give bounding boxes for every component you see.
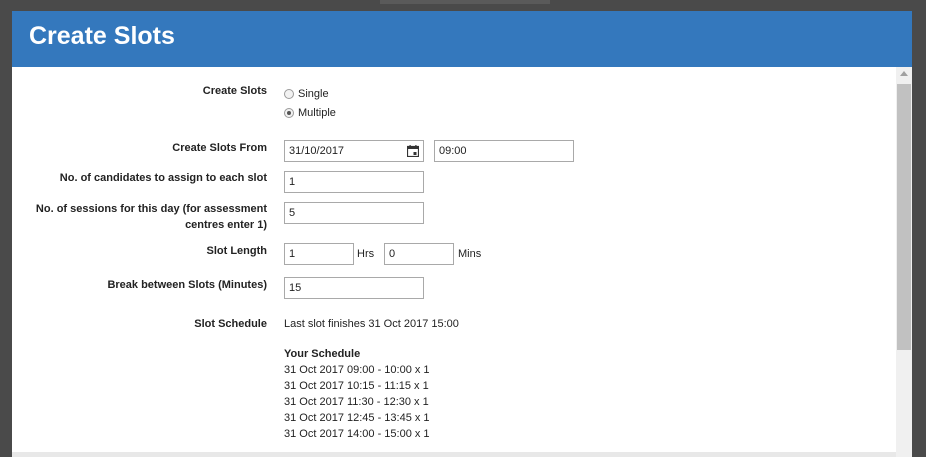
slot-length-hours-value: 1 [289,248,296,260]
create-slots-label: Create Slots [202,85,267,97]
create-slots-from-label: Create Slots From [172,142,267,154]
break-value: 15 [289,282,302,294]
scroll-up-arrow-icon[interactable] [900,71,908,76]
radio-single-indicator[interactable] [284,89,294,99]
candidates-value: 1 [289,176,296,188]
sessions-label: No. of sessions for this day (for assess… [12,201,267,233]
slot-length-label: Slot Length [206,245,268,257]
radio-multiple-label: Multiple [298,107,336,119]
schedule-list: 31 Oct 2017 09:00 - 10:00 x 1 31 Oct 201… [284,362,430,442]
slot-schedule-text: Last slot finishes 31 Oct 2017 15:00 [284,318,459,330]
radio-single[interactable]: Single [284,86,329,102]
schedule-item: 31 Oct 2017 09:00 - 10:00 x 1 [284,364,430,376]
slot-schedule-label: Slot Schedule [194,318,267,330]
schedule-item: 31 Oct 2017 14:00 - 15:00 x 1 [284,428,430,440]
scroll-thumb[interactable] [897,84,911,350]
time-input[interactable]: 09:00 [434,140,574,162]
calendar-icon[interactable] [407,145,419,157]
dialog-title: Create Slots [29,22,175,50]
sessions-label-line2: centres enter 1) [185,219,267,231]
dialog-header: Create Slots [12,11,912,67]
sessions-label-line1: No. of sessions for this day (for assess… [35,203,267,215]
schedule-item: 31 Oct 2017 11:30 - 12:30 x 1 [284,396,429,408]
time-value: 09:00 [439,145,467,157]
slot-length-hours-input[interactable]: 1 [284,243,354,265]
sessions-value: 5 [289,207,296,219]
mins-unit: Mins [458,248,482,260]
radio-single-label: Single [298,88,329,100]
slot-length-mins-input[interactable]: 0 [384,243,454,265]
slot-length-mins-value: 0 [389,248,396,260]
candidates-label: No. of candidates to assign to each slot [59,172,267,184]
backdrop-page-hint [380,0,550,4]
schedule-item: 31 Oct 2017 10:15 - 11:15 x 1 [284,380,429,392]
create-slots-dialog: Create Slots Create Slots Single Multipl… [12,11,912,457]
break-label: Break between Slots (Minutes) [107,279,267,291]
date-value: 31/10/2017 [289,145,345,157]
dialog-body: Create Slots Single Multiple Create Slot… [12,67,896,457]
radio-multiple-indicator[interactable] [284,108,294,118]
hours-unit: Hrs [357,248,375,260]
your-schedule-title: Your Schedule [284,348,361,360]
sessions-input[interactable]: 5 [284,202,424,224]
dialog-bottom-strip [12,452,896,457]
date-input[interactable]: 31/10/2017 [284,140,424,162]
vertical-scrollbar[interactable] [896,67,912,457]
radio-multiple[interactable]: Multiple [284,105,336,121]
break-input[interactable]: 15 [284,277,424,299]
candidates-input[interactable]: 1 [284,171,424,193]
schedule-item: 31 Oct 2017 12:45 - 13:45 x 1 [284,412,430,424]
